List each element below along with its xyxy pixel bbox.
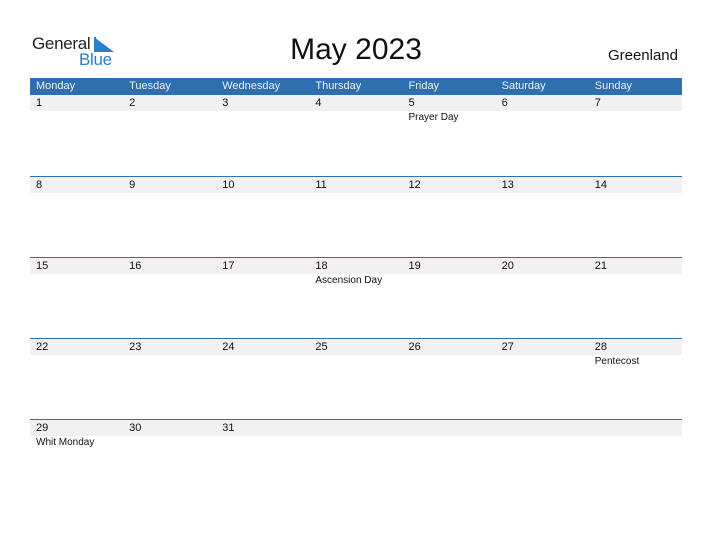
weekday-header-saturday: Saturday xyxy=(501,80,546,92)
day-cell: 20 xyxy=(496,258,589,288)
day-number: 15 xyxy=(36,260,49,272)
day-number: 16 xyxy=(129,260,142,272)
day-number: 17 xyxy=(222,260,235,272)
week-row: 1 2 3 4 5 Prayer Day 6 7 xyxy=(30,95,682,176)
day-cell xyxy=(496,420,589,450)
day-cell: 25 xyxy=(309,339,402,369)
day-cell: 17 xyxy=(216,258,309,288)
weekday-header-friday: Friday xyxy=(408,80,440,92)
day-number: 5 xyxy=(408,97,415,109)
day-cell: 26 xyxy=(403,339,496,369)
day-number: 18 xyxy=(315,260,328,272)
day-cell: 29 Whit Monday xyxy=(30,420,123,450)
day-cell: 22 xyxy=(30,339,123,369)
day-cell: 7 xyxy=(589,95,682,125)
day-cell: 2 xyxy=(123,95,216,125)
day-number: 9 xyxy=(129,179,136,191)
weekday-header-thursday: Thursday xyxy=(315,80,362,92)
day-number: 11 xyxy=(315,179,327,191)
day-cell xyxy=(589,420,682,450)
country-label: Greenland xyxy=(607,47,678,64)
weekday-header-row: Monday Tuesday Wednesday Thursday Friday Satu… xyxy=(30,78,682,95)
week-row: 8 9 10 11 12 13 14 xyxy=(30,176,682,257)
calendar-title: May 2023 xyxy=(290,33,422,66)
day-cell xyxy=(403,420,496,450)
weekday-header-monday: Monday xyxy=(36,80,76,92)
day-cell: 24 xyxy=(216,339,309,369)
day-number: 21 xyxy=(594,260,607,272)
day-number: 30 xyxy=(129,422,142,434)
day-number: 8 xyxy=(36,179,43,191)
day-cell: 8 xyxy=(30,177,123,193)
week-row: 15 16 17 18 Ascension Day 19 20 21 xyxy=(30,257,682,338)
weekday-header-wednesday: Wednesday xyxy=(222,80,281,92)
day-cell: 18 Ascension Day xyxy=(309,258,402,288)
day-cell xyxy=(309,420,402,450)
day-cell: 16 xyxy=(123,258,216,288)
day-cell: 27 xyxy=(496,339,589,369)
holiday-label: Pentecost xyxy=(594,356,640,367)
day-cell: 11 xyxy=(309,177,402,193)
day-number: 1 xyxy=(36,97,43,109)
day-number: 12 xyxy=(408,179,421,191)
day-cell: 1 xyxy=(30,95,123,125)
day-number: 10 xyxy=(222,179,235,191)
day-number: 19 xyxy=(408,260,421,272)
weekday-header-sunday: Sunday xyxy=(594,80,633,92)
day-cell: 23 xyxy=(123,339,216,369)
day-number: 20 xyxy=(501,260,514,272)
day-number: 23 xyxy=(129,341,142,353)
day-number: 6 xyxy=(501,97,508,109)
day-number: 26 xyxy=(408,341,421,353)
holiday-label: Prayer Day xyxy=(408,112,459,123)
day-number: 24 xyxy=(222,341,235,353)
day-cell: 31 xyxy=(216,420,309,450)
day-cell: 4 xyxy=(309,95,402,125)
day-number: 7 xyxy=(594,97,601,109)
week-row: 22 23 24 25 26 27 28 Pentecost xyxy=(30,338,682,419)
holiday-label: Ascension Day xyxy=(315,275,383,286)
day-cell: 21 xyxy=(589,258,682,288)
day-number: 13 xyxy=(501,179,514,191)
day-cell: 15 xyxy=(30,258,123,288)
day-cell: 30 xyxy=(123,420,216,450)
week-row: 29 Whit Monday 30 31 xyxy=(30,419,682,500)
day-number: 2 xyxy=(129,97,136,109)
day-cell: 12 xyxy=(403,177,496,193)
day-cell: 5 Prayer Day xyxy=(403,95,496,125)
day-number: 25 xyxy=(315,341,328,353)
day-number: 31 xyxy=(222,422,235,434)
day-cell: 19 xyxy=(403,258,496,288)
day-number: 27 xyxy=(501,341,514,353)
day-cell: 6 xyxy=(496,95,589,125)
day-number: 14 xyxy=(594,179,607,191)
day-cell: 14 xyxy=(589,177,682,193)
day-cell: 28 Pentecost xyxy=(589,339,682,369)
day-cell: 10 xyxy=(216,177,309,193)
holiday-label: Whit Monday xyxy=(36,437,95,448)
day-cell: 9 xyxy=(123,177,216,193)
day-number: 28 xyxy=(594,341,607,353)
day-cell: 13 xyxy=(496,177,589,193)
weeks-container: 1 2 3 4 5 Prayer Day 6 7 8 9 10 11 12 13 14 15 16 17 18 Asc… xyxy=(30,95,682,500)
day-number: 3 xyxy=(222,97,229,109)
calendar-grid: Monday Tuesday Wednesday Thursday Friday Satu… xyxy=(30,78,682,500)
day-cell: 3 xyxy=(216,95,309,125)
weekday-header-tuesday: Tuesday xyxy=(129,80,171,92)
day-number: 4 xyxy=(315,97,322,109)
day-number: 29 xyxy=(36,422,49,434)
day-number: 22 xyxy=(36,341,49,353)
